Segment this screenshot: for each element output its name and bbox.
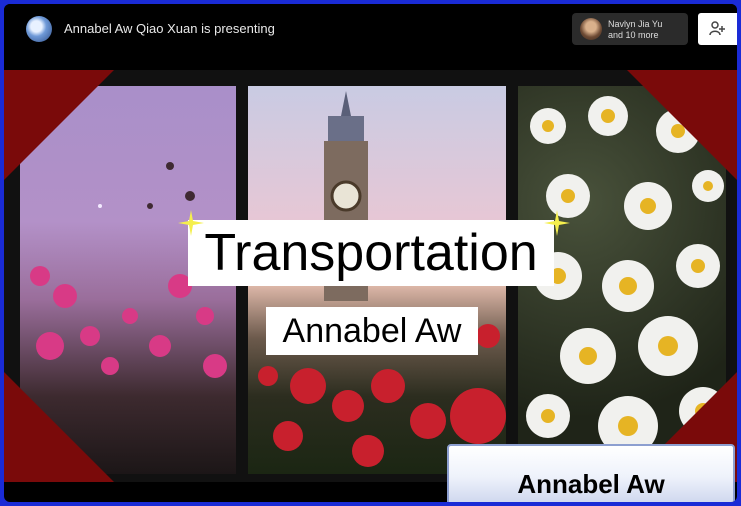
slide-title: Transportation <box>204 224 538 282</box>
sparkle-star-icon <box>544 210 570 236</box>
sparkle-star-icon <box>178 210 204 236</box>
slide-subtitle: Annabel Aw <box>282 312 462 350</box>
viewer-avatar <box>580 18 602 40</box>
shared-slide: Transportation Annabel Aw <box>4 70 737 482</box>
slide-subtitle-box: Annabel Aw <box>266 307 478 355</box>
speaker-name: Annabel Aw <box>517 469 665 499</box>
slide-title-box: Transportation <box>188 220 554 286</box>
viewers-chip[interactable]: Navlyn Jia Yu and 10 more <box>572 13 688 45</box>
people-icon <box>709 21 725 36</box>
viewer-count: and 10 more <box>608 30 659 40</box>
presenting-status: Annabel Aw Qiao Xuan is presenting <box>64 21 275 36</box>
presentation-top-bar: Annabel Aw Qiao Xuan is presenting Navly… <box>4 4 737 52</box>
viewer-name: Navlyn Jia Yu <box>608 19 663 29</box>
meeting-window: Annabel Aw Qiao Xuan is presenting Navly… <box>4 4 737 502</box>
corner-accent-top-left <box>4 70 114 180</box>
presenter-avatar <box>26 16 52 42</box>
people-button[interactable] <box>698 13 737 45</box>
corner-accent-bottom-left <box>4 372 114 482</box>
speaker-name-tag: Annabel Aw <box>447 444 735 502</box>
corner-accent-top-right <box>627 70 737 180</box>
